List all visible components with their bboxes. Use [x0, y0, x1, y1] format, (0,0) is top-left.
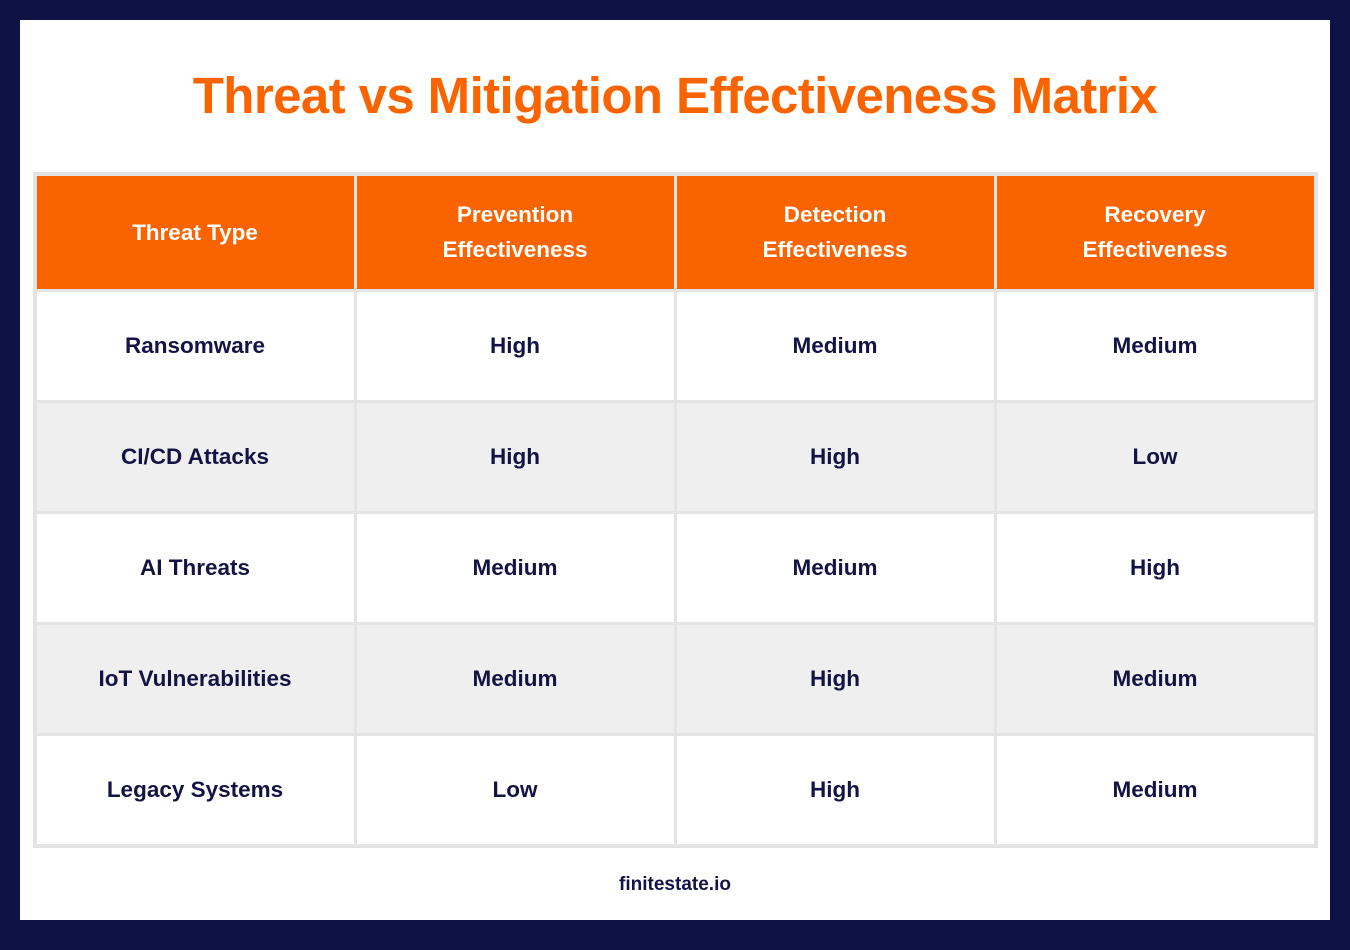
- footer-brand: finitestate.io: [619, 874, 731, 896]
- page-frame: Threat vs Mitigation Effectiveness Matri…: [0, 0, 1350, 950]
- table-row: Legacy Systems Low High Medium: [36, 736, 1314, 845]
- column-header-recovery: Recovery Effectiveness: [996, 176, 1314, 290]
- column-header-prevention-line2: Effectiveness: [442, 236, 588, 262]
- column-header-threat-type: Threat Type: [36, 176, 354, 290]
- table-row: IoT Vulnerabilities Medium High Medium: [36, 625, 1314, 734]
- column-header-threat-type-line1: Threat Type: [132, 219, 258, 245]
- cell-threat-type: Ransomware: [36, 292, 354, 401]
- cell-recovery: High: [996, 514, 1314, 623]
- cell-prevention: High: [356, 292, 674, 401]
- cell-detection: Medium: [676, 292, 994, 401]
- column-header-recovery-line2: Effectiveness: [1082, 236, 1228, 262]
- cell-recovery: Medium: [996, 625, 1314, 734]
- cell-recovery: Medium: [996, 292, 1314, 401]
- cell-recovery: Low: [996, 403, 1314, 512]
- table-body: Ransomware High Medium Medium CI/CD Atta…: [36, 292, 1314, 845]
- column-header-prevention: Prevention Effectiveness: [356, 176, 674, 290]
- effectiveness-matrix-table: Threat Type Prevention Effectiveness Det…: [34, 173, 1317, 847]
- cell-detection: High: [676, 736, 994, 845]
- cell-detection: Medium: [676, 514, 994, 623]
- cell-threat-type: Legacy Systems: [36, 736, 354, 845]
- page-canvas: Threat vs Mitigation Effectiveness Matri…: [20, 20, 1330, 920]
- cell-prevention: Medium: [356, 625, 674, 734]
- table-header: Threat Type Prevention Effectiveness Det…: [36, 176, 1314, 290]
- cell-prevention: High: [356, 403, 674, 512]
- cell-recovery: Medium: [996, 736, 1314, 845]
- cell-detection: High: [676, 625, 994, 734]
- column-header-detection-line2: Effectiveness: [762, 236, 908, 262]
- table-row: AI Threats Medium Medium High: [36, 514, 1314, 623]
- matrix-table-container: Threat Type Prevention Effectiveness Det…: [32, 172, 1318, 849]
- cell-threat-type: CI/CD Attacks: [36, 403, 354, 512]
- table-header-row: Threat Type Prevention Effectiveness Det…: [36, 176, 1314, 290]
- column-header-detection-line1: Detection: [783, 202, 887, 228]
- cell-threat-type: IoT Vulnerabilities: [36, 625, 354, 734]
- cell-detection: High: [676, 403, 994, 512]
- cell-prevention: Low: [356, 736, 674, 845]
- table-row: CI/CD Attacks High High Low: [36, 403, 1314, 512]
- cell-prevention: Medium: [356, 514, 674, 623]
- cell-threat-type: AI Threats: [36, 514, 354, 623]
- column-header-detection: Detection Effectiveness: [676, 176, 994, 290]
- page-title: Threat vs Mitigation Effectiveness Matri…: [192, 67, 1158, 124]
- column-header-recovery-line1: Recovery: [1104, 202, 1206, 228]
- column-header-prevention-line1: Prevention: [456, 202, 574, 228]
- table-row: Ransomware High Medium Medium: [36, 292, 1314, 401]
